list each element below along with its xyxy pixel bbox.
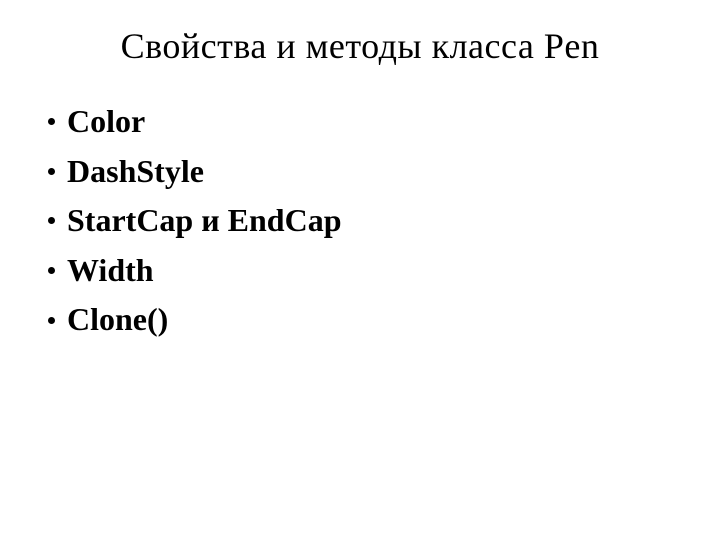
bullet-icon: [48, 217, 55, 224]
bullet-text: StartCap и EndCap: [67, 196, 342, 246]
list-item: DashStyle: [48, 147, 680, 197]
bullet-icon: [48, 317, 55, 324]
bullet-list: Color DashStyle StartCap и EndCap Width …: [40, 97, 680, 345]
list-item: Clone(): [48, 295, 680, 345]
list-item: Width: [48, 246, 680, 296]
bullet-icon: [48, 267, 55, 274]
bullet-icon: [48, 168, 55, 175]
slide-container: Свойства и методы класса Pen Color DashS…: [0, 0, 720, 540]
slide-title: Свойства и методы класса Pen: [40, 25, 680, 67]
bullet-text: Color: [67, 97, 145, 147]
list-item: StartCap и EndCap: [48, 196, 680, 246]
bullet-icon: [48, 118, 55, 125]
bullet-text: Clone(): [67, 295, 168, 345]
bullet-text: DashStyle: [67, 147, 204, 197]
bullet-text: Width: [67, 246, 154, 296]
list-item: Color: [48, 97, 680, 147]
